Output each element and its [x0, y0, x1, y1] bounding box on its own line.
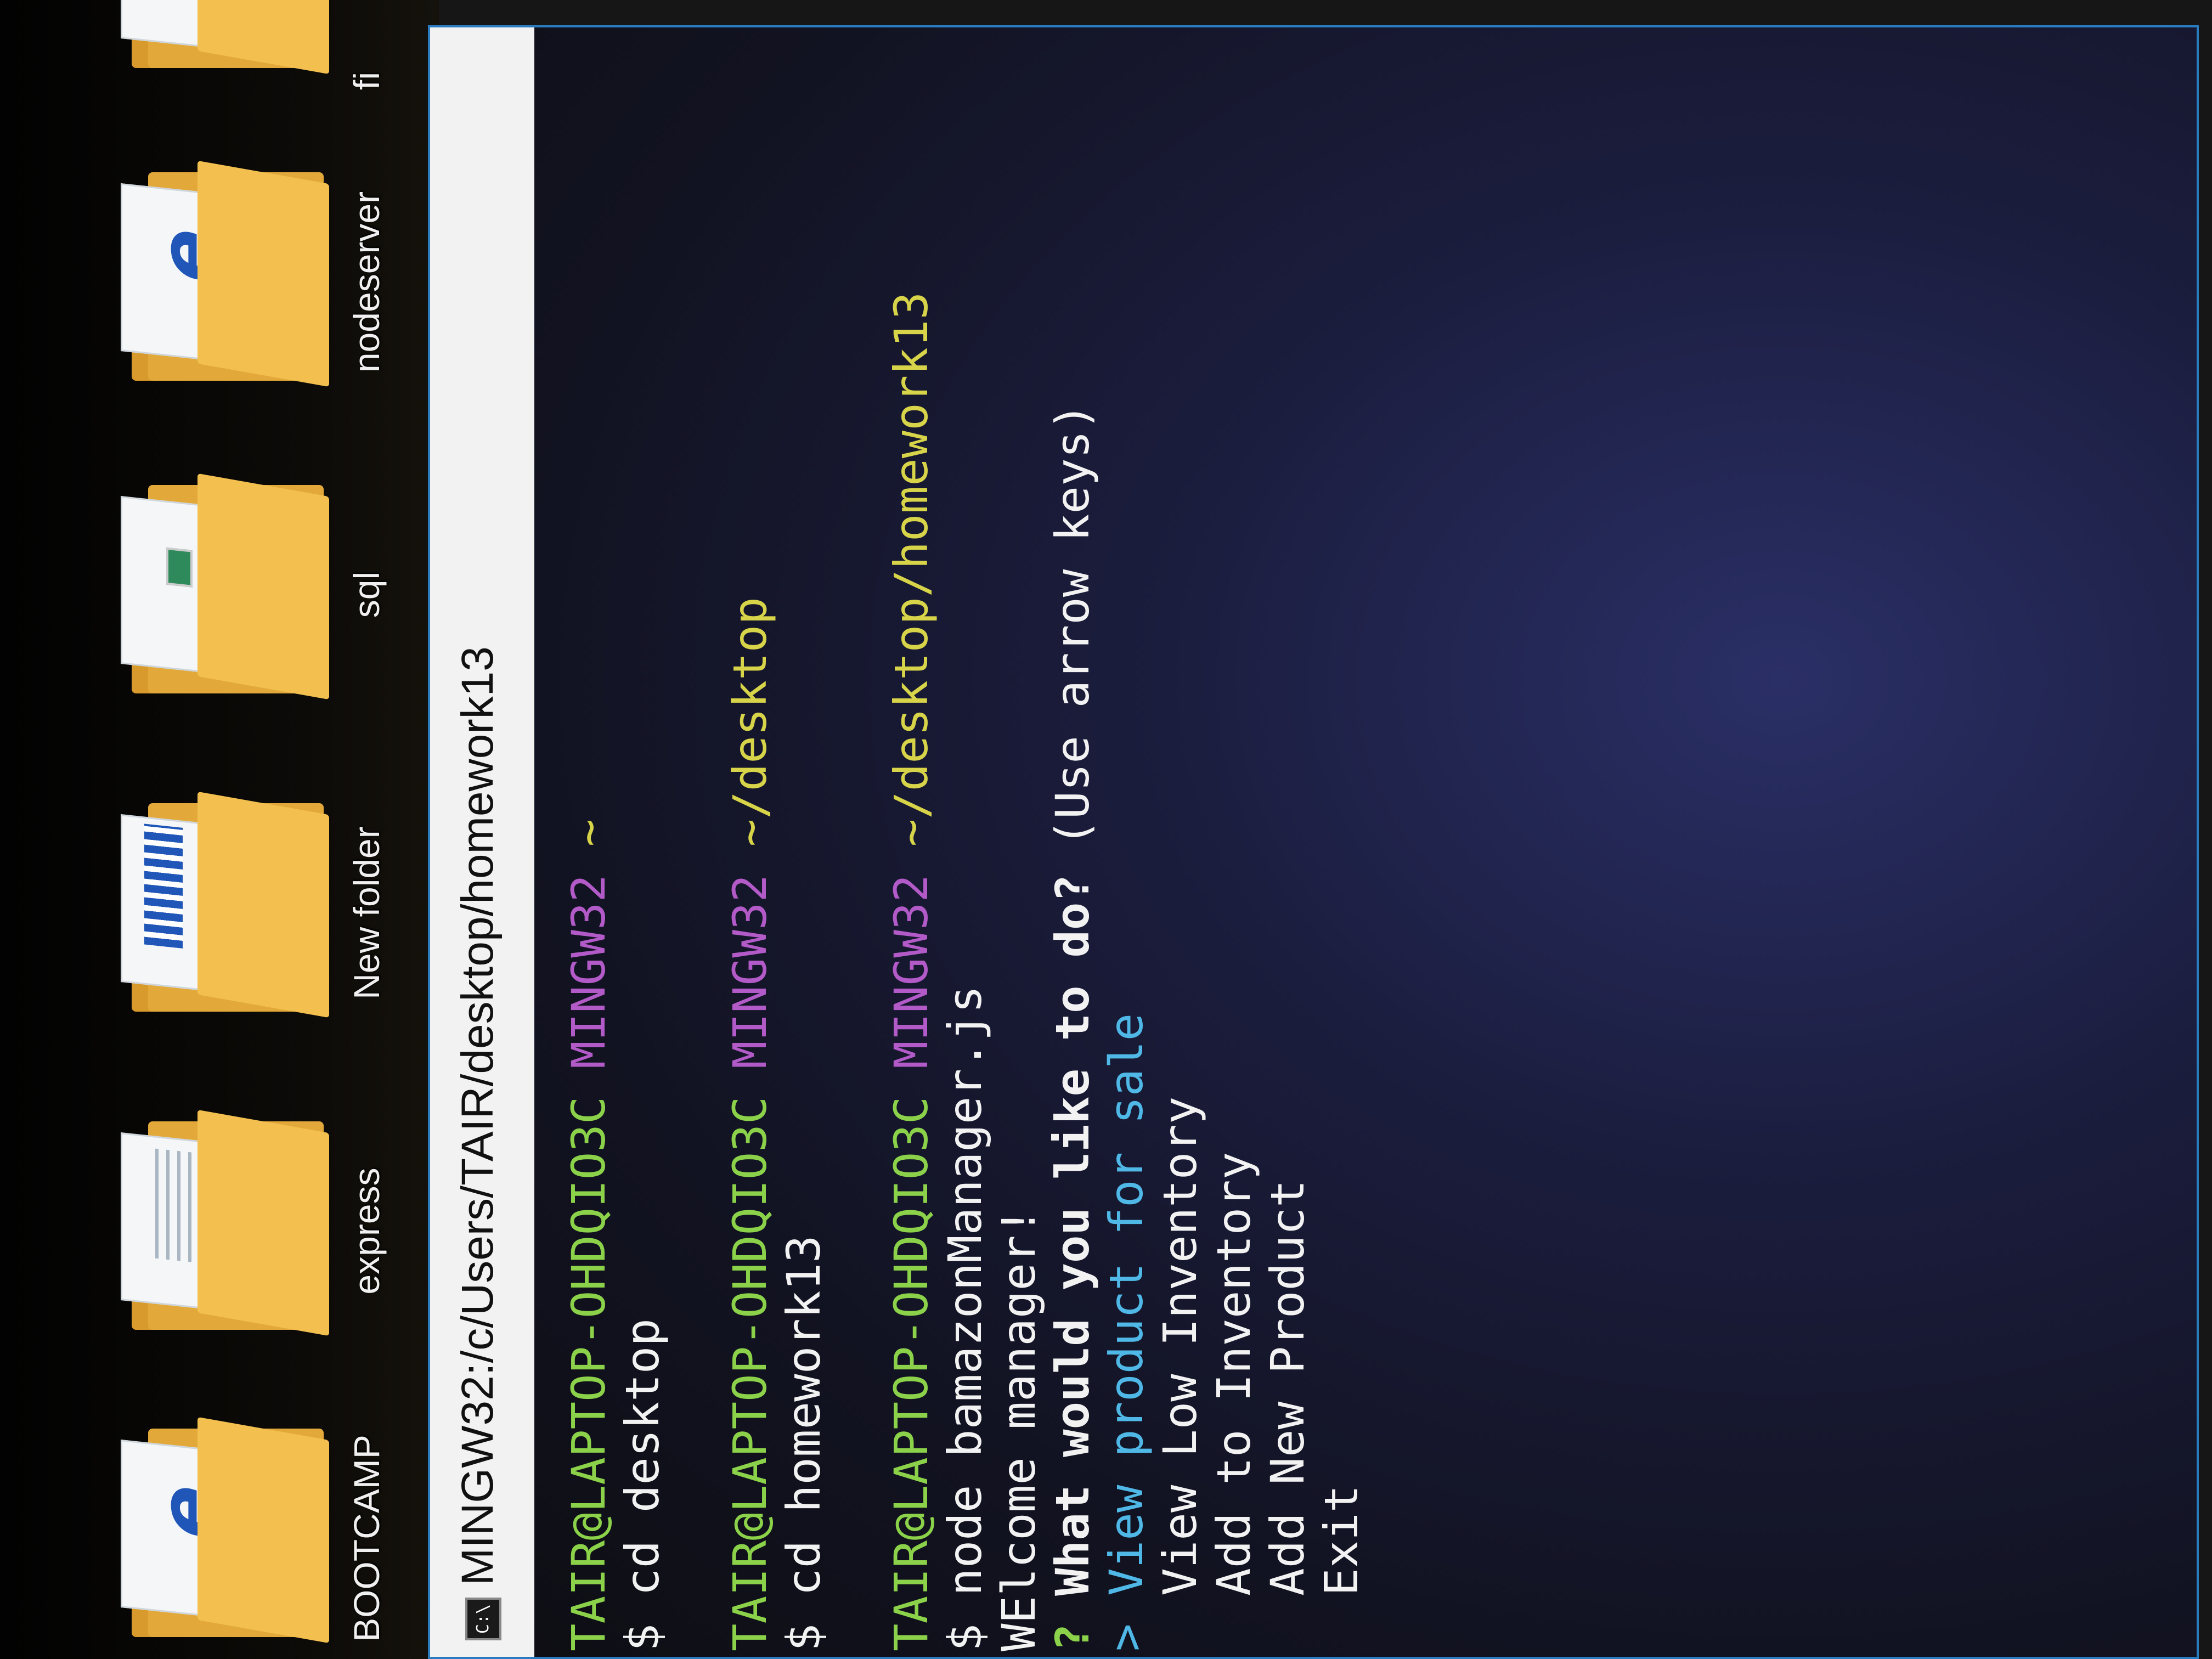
menu-option-label: Add to Inventory	[1207, 1152, 1261, 1596]
desktop: e BOOTCAMP express New folder sql e node…	[0, 0, 439, 1659]
folder-icon	[121, 0, 329, 75]
photo: e BOOTCAMP express New folder sql e node…	[0, 0, 2212, 1659]
desktop-icon-sql[interactable]: sql	[110, 473, 439, 715]
folder-ie-icon: e	[121, 160, 329, 387]
question-text: What would you like to do?	[1046, 874, 1099, 1596]
title-bar[interactable]: C:\ MINGW32:/c/Users/TAIR/desktop/homewo…	[430, 27, 534, 1657]
menu-option[interactable]: Exit	[1314, 292, 1368, 1651]
desktop-icon-label: New folder	[346, 826, 387, 1000]
desktop-icon-label: express	[346, 1167, 387, 1295]
prompt-env: MINGW32	[884, 874, 938, 1069]
desktop-icon-label: fi	[346, 72, 387, 90]
question-hint: (Use arrow keys)	[1046, 403, 1099, 847]
prompt-user-host: TAIR@LAPTOP-OHDQIO3C	[562, 1096, 616, 1651]
terminal-icon: C:\	[465, 1598, 501, 1640]
desktop-icon-label: BOOTCAMP	[346, 1435, 387, 1642]
menu-option[interactable]: Add New Product	[1261, 292, 1314, 1651]
command-line: $ cd desktop	[616, 1318, 669, 1651]
menu-option-label: View Low Inventory	[1153, 1096, 1207, 1596]
prompt-user-host: TAIR@LAPTOP-OHDQIO3C	[884, 1096, 938, 1651]
monitor-screen: e BOOTCAMP express New folder sql e node…	[0, 0, 2212, 1659]
desktop-icon-express[interactable]: express	[110, 1109, 439, 1352]
prompt-line: TAIR@LAPTOP-OHDQIO3C MINGW32 ~	[562, 292, 616, 1651]
folder-ie-icon: e	[121, 1417, 329, 1644]
terminal-window[interactable]: C:\ MINGW32:/c/Users/TAIR/desktop/homewo…	[428, 25, 2199, 1659]
menu-option-label: Exit	[1314, 1485, 1368, 1596]
desktop-icon-label: sql	[346, 571, 387, 618]
desktop-icon-new-folder[interactable]: New folder	[110, 791, 439, 1034]
window-title: MINGW32:/c/Users/TAIR/desktop/homework13	[453, 646, 503, 1585]
desktop-icon-fi[interactable]: fi	[110, 0, 439, 90]
prompt-path: ~/desktop/homework13	[884, 291, 938, 847]
menu-option-selected[interactable]: > View product for sale	[1099, 292, 1153, 1651]
prompt-path: ~/desktop	[723, 597, 777, 847]
prompt-line: TAIR@LAPTOP-OHDQIO3C MINGW32 ~/desktop	[723, 292, 777, 1651]
folder-icon	[121, 791, 329, 1018]
desktop-icon-nodeserver[interactable]: e nodeserver	[110, 160, 439, 403]
menu-option[interactable]: View Low Inventory	[1153, 292, 1207, 1651]
prompt-path: ~	[562, 819, 616, 847]
prompt-env: MINGW32	[723, 874, 777, 1069]
menu-option-label: View product for sale	[1099, 1013, 1153, 1596]
command-line: $ cd homework13	[777, 1235, 831, 1651]
folder-icon	[121, 473, 329, 700]
desktop-icon-label: nodeserver	[346, 191, 387, 373]
prompt-env: MINGW32	[562, 874, 616, 1069]
question-line: ? What would you like to do? (Use arrow …	[1046, 292, 1099, 1651]
folder-icon	[121, 1109, 329, 1336]
terminal-body[interactable]: TAIR@LAPTOP-OHDQIO3C MINGW32 ~ $ cd desk…	[534, 27, 2197, 1657]
command-line: $ node bamazonManager.js	[938, 985, 992, 1651]
menu-option[interactable]: Add to Inventory	[1207, 292, 1261, 1651]
desktop-icon-bootcamp[interactable]: e BOOTCAMP	[110, 1417, 439, 1659]
welcome-message: WElcome manager!	[992, 1207, 1046, 1651]
prompt-user-host: TAIR@LAPTOP-OHDQIO3C	[723, 1096, 777, 1651]
question-mark: ?	[1046, 1623, 1099, 1651]
menu-option-label: Add New Product	[1261, 1180, 1314, 1596]
terminal-output: TAIR@LAPTOP-OHDQIO3C MINGW32 ~ $ cd desk…	[562, 292, 1368, 1651]
selection-pointer: >	[1099, 1623, 1153, 1651]
prompt-line: TAIR@LAPTOP-OHDQIO3C MINGW32 ~/desktop/h…	[884, 292, 938, 1651]
